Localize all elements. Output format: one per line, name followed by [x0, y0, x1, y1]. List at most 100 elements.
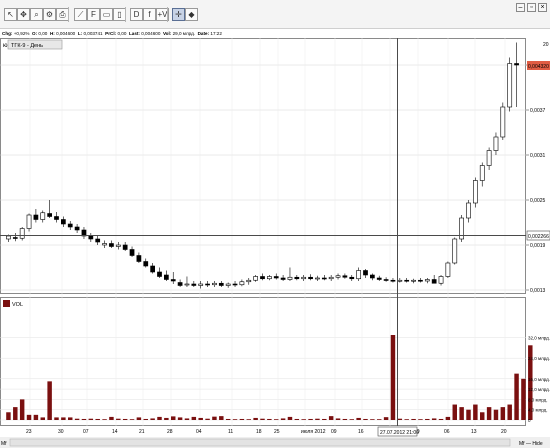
volume-bar — [26, 414, 32, 420]
volume-bar — [411, 418, 416, 420]
date-tick-label: 09 — [331, 429, 337, 435]
candle-body — [164, 274, 169, 280]
volume-tick-label: 8,0 млрд. — [528, 397, 548, 402]
volume-label: VOL — [12, 302, 23, 308]
volume-bar — [19, 399, 25, 420]
volume-bar — [81, 418, 87, 420]
volume-bar — [95, 418, 100, 420]
candle-body — [328, 276, 334, 280]
date-tick-label: июля 2012 — [301, 429, 326, 435]
volume-bar — [171, 416, 176, 420]
price-panel-frame — [0, 38, 526, 294]
volume-bar — [260, 418, 265, 420]
price-chart-canvas[interactable]: 0,0037 0,0031 0,0025 0,0019 0,0013 32,0 млрд… — [0, 0, 550, 448]
volume-bar — [315, 418, 320, 420]
volume-bar — [122, 418, 128, 420]
candle-body — [109, 243, 114, 247]
price-tick-label: 0,0013 — [530, 288, 546, 294]
candle-body — [493, 136, 499, 151]
volume-bar — [198, 417, 203, 420]
date-tick-label: 28 — [167, 429, 173, 435]
candle-body — [218, 282, 224, 286]
current-price-tag: 0,004320 — [528, 64, 549, 70]
candle-body — [129, 249, 135, 256]
candle-body — [170, 279, 176, 282]
volume-bar — [301, 419, 306, 420]
candle-body — [102, 243, 107, 246]
candle-body — [363, 270, 368, 276]
date-tick-label: 23 — [26, 429, 32, 435]
volume-tick-label: 24,0 млрд. — [528, 356, 550, 361]
volume-bar — [40, 417, 45, 420]
series-label: ТГК-9 - День — [11, 43, 43, 49]
candle-body — [47, 213, 52, 217]
series-collapse-toggle[interactable]: ю — [3, 43, 8, 49]
candle-body — [191, 283, 197, 286]
volume-bar — [191, 416, 197, 420]
price-tick-label: 0,0019 — [530, 243, 546, 249]
volume-bar — [246, 419, 251, 420]
volume-bar — [109, 416, 114, 420]
time-scrollbar[interactable] — [9, 438, 511, 447]
candle-body — [479, 165, 485, 181]
volume-panel-frame — [0, 297, 526, 426]
volume-bar — [267, 418, 272, 420]
date-tick-label: 25 — [274, 429, 280, 435]
candle-body — [335, 275, 341, 278]
volume-bar — [459, 407, 464, 420]
volume-bar — [47, 381, 52, 420]
volume-bar — [136, 417, 142, 420]
candle-body — [473, 180, 478, 204]
candle-body — [198, 283, 204, 286]
candle-body — [260, 276, 265, 280]
date-tick-label: 14 — [112, 429, 118, 435]
date-tick-label: 30 — [58, 429, 64, 435]
crosshair-price-tag: 0,002266 — [528, 234, 549, 240]
volume-bar — [54, 417, 59, 420]
volume-bar — [473, 404, 478, 420]
volume-tick-label: 16,0 млрд. — [528, 377, 550, 382]
candle-body — [376, 277, 382, 280]
volume-bar — [33, 414, 39, 420]
volume-bar — [88, 418, 94, 420]
volume-bar — [349, 419, 354, 420]
volume-bar — [212, 416, 217, 420]
volume-bar — [500, 407, 506, 420]
crosshair-date-tag: 27.07.2012 21:00 — [380, 430, 419, 436]
candle-body — [150, 265, 155, 273]
volume-bar — [253, 417, 258, 420]
candle-body — [315, 277, 320, 280]
bottom-right-text[interactable]: Mf — Hide — [519, 441, 543, 447]
candle-body — [452, 238, 458, 264]
volume-bar — [404, 419, 409, 420]
volume-bar — [74, 418, 80, 420]
candle-body — [6, 235, 11, 240]
candle-body — [61, 219, 66, 225]
candle-body — [390, 279, 396, 282]
date-tick-label: 07 — [83, 429, 89, 435]
bottom-left-text: Mf — [1, 441, 7, 447]
candle-body — [342, 275, 348, 278]
volume-bar — [356, 417, 361, 420]
volume-bar — [445, 416, 451, 420]
candle-body — [136, 255, 142, 262]
volume-bar — [466, 409, 471, 420]
volume-tick-label: 32,0 млрд. — [528, 336, 550, 341]
candle-body — [349, 276, 355, 280]
volume-bar — [225, 418, 231, 420]
volume-bar — [480, 412, 485, 420]
date-tick-label: 16 — [358, 429, 364, 435]
candle-body — [507, 63, 513, 108]
candle-body — [404, 279, 410, 282]
candle-body — [232, 283, 238, 286]
candle-body — [212, 282, 217, 286]
volume-bar — [507, 404, 512, 420]
candle-body — [67, 223, 73, 228]
volume-bar — [68, 417, 73, 420]
candle-body — [431, 279, 437, 284]
date-tick-label: 18 — [256, 429, 262, 435]
volume-bar — [514, 373, 519, 420]
candle-body — [26, 214, 32, 229]
date-tick-label: 04 — [196, 429, 202, 435]
candle-body — [424, 279, 430, 282]
